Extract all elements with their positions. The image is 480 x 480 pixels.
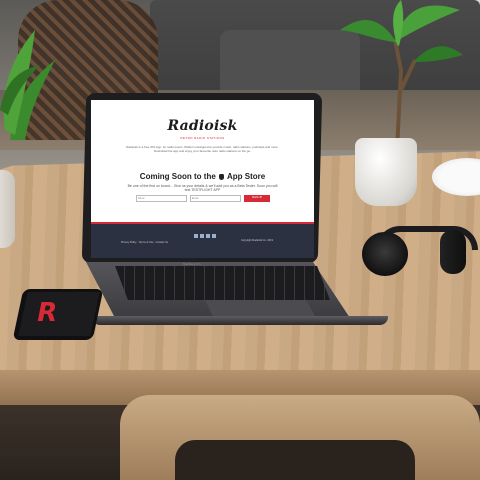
footer-links[interactable]: Privacy Policy · Terms of Use · Contact … bbox=[121, 241, 168, 244]
beta-notify-text: Be one of the first on board... Give us … bbox=[127, 184, 278, 192]
beta-signup-form: Name Email SIGN UP bbox=[136, 195, 270, 202]
desk-scene: Radioisk RETRO RADIO STATIONS Radioisk i… bbox=[0, 0, 480, 480]
twitter-icon[interactable] bbox=[200, 234, 204, 238]
laptop-screen: Radioisk RETRO RADIO STATIONS Radioisk i… bbox=[91, 100, 314, 258]
white-vase bbox=[0, 170, 15, 248]
phone-app-logo: R bbox=[37, 298, 58, 328]
linkedin-icon[interactable] bbox=[212, 234, 216, 238]
instagram-icon[interactable] bbox=[206, 234, 210, 238]
white-plant-pot bbox=[355, 138, 417, 206]
site-logo: Radioisk bbox=[167, 118, 238, 134]
laptop-keyboard bbox=[115, 266, 330, 300]
name-input[interactable]: Name bbox=[136, 195, 187, 202]
potted-tree bbox=[340, 0, 463, 150]
signup-button[interactable]: SIGN UP bbox=[244, 195, 270, 202]
laptop-trackpad bbox=[205, 300, 315, 316]
headphone-left-cup bbox=[362, 232, 408, 276]
site-footer: Privacy Policy · Terms of Use · Contact … bbox=[91, 224, 314, 258]
plant-icon bbox=[0, 30, 55, 140]
coming-soon-heading: Coming Soon to the App Store bbox=[91, 172, 314, 181]
chair-gap bbox=[175, 440, 415, 480]
laptop-model-label: MacBook Pro bbox=[183, 262, 202, 266]
email-input[interactable]: Email bbox=[190, 195, 241, 202]
phone-screen: R bbox=[18, 292, 100, 336]
headphone-right-cup bbox=[440, 230, 466, 274]
site-tagline: RETRO RADIO STATIONS bbox=[180, 136, 225, 140]
heading-after: App Store bbox=[226, 172, 266, 181]
laptop-front-edge bbox=[92, 316, 388, 325]
heading-before: Coming Soon to the bbox=[139, 172, 216, 181]
facebook-icon[interactable] bbox=[194, 234, 198, 238]
apple-icon bbox=[219, 174, 225, 180]
footer-copyright: Copyright Radioisk Inc. 2019 bbox=[241, 239, 273, 242]
social-icons bbox=[194, 234, 216, 238]
site-intro: Radioisk is a free iOS App, for radio lo… bbox=[126, 145, 279, 153]
